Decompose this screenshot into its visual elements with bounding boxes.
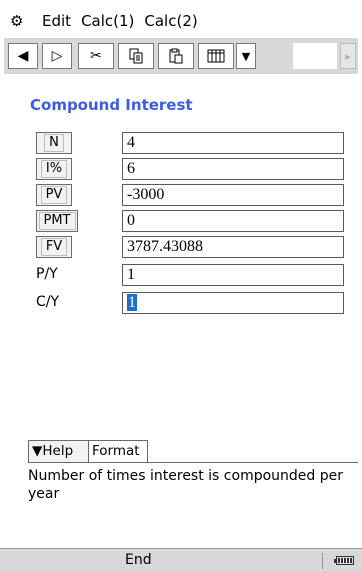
cut-button[interactable]: ✂ bbox=[78, 43, 114, 69]
status-divider bbox=[322, 553, 323, 569]
forward-button[interactable]: ▷ bbox=[42, 43, 72, 69]
label-c-per-y: C/Y bbox=[36, 294, 60, 310]
c-per-y-selected-value: 1 bbox=[127, 294, 137, 311]
battery-icon bbox=[334, 556, 354, 565]
paste-icon bbox=[169, 48, 183, 64]
pv-field[interactable]: -3000 bbox=[122, 184, 344, 206]
pmt-field[interactable]: 0 bbox=[122, 210, 344, 232]
copy-button[interactable] bbox=[118, 43, 154, 69]
menu-bar: ⚙ Edit Calc(1) Calc(2) bbox=[4, 4, 358, 38]
menu-calc2[interactable]: Calc(2) bbox=[144, 12, 197, 30]
label-pmt-text: PMT bbox=[38, 212, 76, 230]
back-arrow-icon: ◀ bbox=[17, 48, 29, 64]
gear-icon[interactable]: ⚙ bbox=[10, 12, 32, 30]
page-title: Compound Interest bbox=[30, 96, 193, 114]
back-button[interactable]: ◀ bbox=[8, 43, 38, 69]
chevron-down-icon: ▼ bbox=[241, 49, 251, 63]
c-per-y-field[interactable]: 1 bbox=[122, 292, 344, 314]
scroll-right-button[interactable]: ▸ bbox=[340, 43, 356, 69]
toolbar-blank-area bbox=[293, 43, 337, 69]
label-p-per-y: P/Y bbox=[36, 266, 58, 282]
label-fv[interactable]: FV bbox=[36, 236, 72, 258]
status-text: End bbox=[125, 552, 152, 568]
menu-calc1[interactable]: Calc(1) bbox=[81, 12, 134, 30]
label-n-text: N bbox=[44, 134, 64, 152]
label-i-percent-text: I% bbox=[40, 160, 68, 178]
table-button[interactable] bbox=[198, 43, 234, 69]
label-n[interactable]: N bbox=[36, 132, 72, 154]
label-fv-text: FV bbox=[40, 238, 68, 256]
calculator-screen: ⚙ Edit Calc(1) Calc(2) ◀ ▷ ✂ ▼ ▸ Compoun… bbox=[0, 0, 362, 572]
table-icon bbox=[207, 49, 225, 63]
chevron-right-icon: ▸ bbox=[345, 49, 351, 63]
forward-arrow-icon: ▷ bbox=[51, 48, 63, 64]
fv-field[interactable]: 3787.43088 bbox=[122, 236, 344, 258]
label-i-percent[interactable]: I% bbox=[36, 158, 72, 180]
tab-help[interactable]: ▼Help bbox=[28, 440, 90, 462]
copy-icon bbox=[129, 48, 143, 64]
n-field[interactable]: 4 bbox=[122, 132, 344, 154]
label-pmt[interactable]: PMT bbox=[36, 210, 78, 232]
i-percent-field[interactable]: 6 bbox=[122, 158, 344, 180]
status-bar: End bbox=[0, 548, 362, 572]
toolbar: ◀ ▷ ✂ ▼ ▸ bbox=[4, 38, 358, 74]
p-per-y-field[interactable]: 1 bbox=[122, 264, 344, 286]
dropdown-button[interactable]: ▼ bbox=[236, 43, 256, 69]
tab-format[interactable]: Format bbox=[88, 440, 148, 462]
menu-edit[interactable]: Edit bbox=[42, 12, 71, 30]
paste-button[interactable] bbox=[158, 43, 194, 69]
scissors-icon: ✂ bbox=[90, 48, 102, 64]
label-pv[interactable]: PV bbox=[36, 184, 72, 206]
label-pv-text: PV bbox=[40, 186, 68, 204]
help-text: Number of times interest is compounded p… bbox=[28, 462, 358, 524]
